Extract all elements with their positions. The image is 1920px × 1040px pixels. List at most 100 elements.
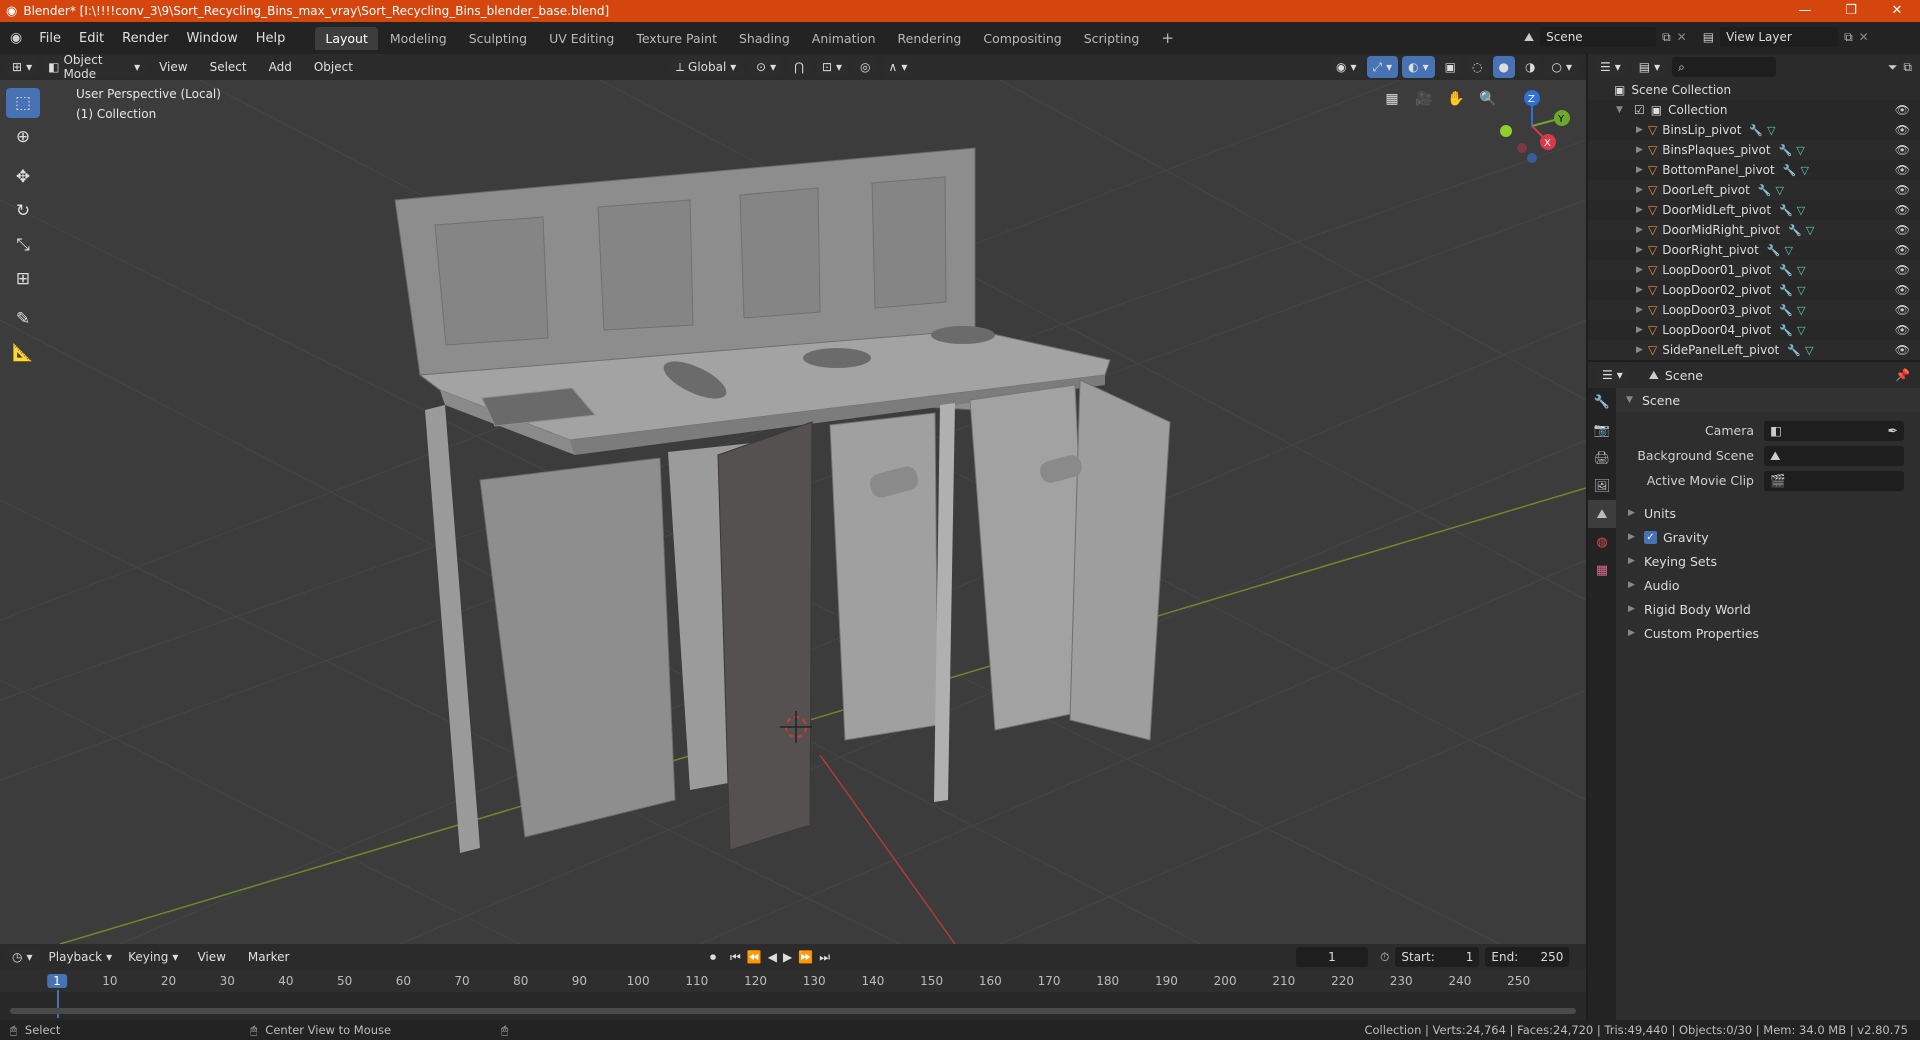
expand-arrow-icon[interactable]: ▶ [1636, 245, 1648, 255]
mesh-data-icon[interactable]: ▽ [1767, 124, 1775, 137]
jump-start-button[interactable]: ⏮ [730, 950, 741, 965]
rigid-body-world-panel[interactable]: ▶ Rigid Body World [1616, 597, 1920, 621]
scene-icon[interactable]: ⛰ [1524, 30, 1534, 45]
mesh-data-icon[interactable]: ▽ [1806, 224, 1814, 237]
visibility-button[interactable]: ◉ ▾ [1330, 56, 1363, 78]
snap-toggle[interactable]: ⋂ [788, 56, 810, 78]
playback-dropdown[interactable]: Playback ▾ [43, 946, 119, 968]
expand-arrow-icon[interactable]: ▶ [1636, 185, 1648, 195]
modifier-wrench-icon[interactable]: 🔧 [1779, 204, 1793, 217]
menu-add[interactable]: Add [260, 60, 301, 74]
close-button[interactable]: ✕ [1874, 0, 1920, 22]
outliner-search-input[interactable]: ⌕ [1672, 57, 1777, 77]
visibility-eye-icon[interactable]: 👁 [1895, 123, 1910, 137]
mesh-data-icon[interactable]: ▽ [1775, 184, 1783, 197]
scale-tool[interactable]: ⤡ [6, 230, 40, 260]
next-keyframe-button[interactable]: ⏩ [798, 950, 813, 964]
wireframe-shading-button[interactable]: ◌ [1466, 56, 1489, 78]
visibility-eye-icon[interactable]: 👁 [1895, 283, 1910, 297]
tab-uv-editing[interactable]: UV Editing [539, 27, 624, 50]
pan-view-button[interactable]: ✋ [1442, 86, 1470, 112]
toggle-ortho-button[interactable]: ▦ [1378, 86, 1406, 112]
modifier-wrench-icon[interactable]: 🔧 [1749, 124, 1763, 137]
modifier-wrench-icon[interactable]: 🔧 [1783, 164, 1797, 177]
stopwatch-icon[interactable]: ⏱ [1380, 950, 1389, 965]
visibility-eye-icon[interactable]: 👁 [1895, 243, 1910, 257]
visibility-eye-icon[interactable]: 👁 [1895, 263, 1910, 277]
xray-toggle[interactable]: ▣ [1438, 56, 1463, 78]
rendered-shading-button[interactable]: ○ ▾ [1545, 56, 1578, 78]
end-frame-field[interactable]: End: 250 [1485, 947, 1570, 967]
timeline-view-menu[interactable]: View [188, 950, 234, 964]
proportional-edit-toggle[interactable]: ◎ [854, 56, 877, 78]
tab-output[interactable]: 🖨 [1588, 444, 1616, 472]
visibility-eye-icon[interactable]: 👁 [1895, 163, 1910, 177]
outliner-object-row[interactable]: ▶ ▽ LoopDoor01_pivot 🔧 ▽ 👁 [1588, 260, 1920, 280]
visibility-eye-icon[interactable]: 👁 [1895, 323, 1910, 337]
mesh-data-icon[interactable]: ▽ [1796, 144, 1804, 157]
minimize-button[interactable]: — [1782, 0, 1828, 22]
units-panel[interactable]: ▶ Units [1616, 501, 1920, 525]
timeline[interactable]: 1 10 20 30 40 50 60 70 80 90 100 110 120 130 140 150 160… [0, 970, 1586, 1020]
select-box-tool[interactable]: ⬚ [6, 88, 40, 118]
mesh-data-icon[interactable]: ▽ [1797, 324, 1805, 337]
menu-edit[interactable]: Edit [70, 31, 113, 46]
start-frame-field[interactable]: Start: 1 [1395, 947, 1480, 967]
modifier-wrench-icon[interactable]: 🔧 [1758, 184, 1772, 197]
remove-view-layer-icon[interactable]: ✕ [1859, 30, 1869, 44]
outliner-object-row[interactable]: ▶ ▽ SidePanelLeft_pivot 🔧 ▽ 👁 [1588, 340, 1920, 360]
expand-arrow-icon[interactable]: ▶ [1636, 225, 1648, 235]
current-frame-field[interactable]: 1 [1296, 947, 1368, 967]
recycling-bin-model[interactable] [394, 147, 1171, 853]
expand-arrow-icon[interactable]: ▶ [1636, 145, 1648, 155]
outliner-object-row[interactable]: ▶ ▽ DoorMidLeft_pivot 🔧 ▽ 👁 [1588, 200, 1920, 220]
mesh-data-icon[interactable]: ▽ [1785, 244, 1793, 257]
view-layer-selector[interactable]: View Layer [1720, 27, 1839, 47]
timeline-scrollbar[interactable] [10, 1008, 1576, 1014]
visibility-eye-icon[interactable]: 👁 [1895, 203, 1910, 217]
keying-sets-panel[interactable]: ▶ Keying Sets [1616, 549, 1920, 573]
tab-layout[interactable]: Layout [315, 26, 378, 50]
movie-clip-field[interactable]: 🎬 [1764, 470, 1904, 491]
outliner-object-row[interactable]: ▶ ▽ BottomPanel_pivot 🔧 ▽ 👁 [1588, 160, 1920, 180]
falloff-button[interactable]: ∧ ▾ [882, 56, 914, 78]
scene-collection-row[interactable]: ▣ Scene Collection [1588, 80, 1920, 100]
outliner-object-row[interactable]: ▶ ▽ DoorMidRight_pivot 🔧 ▽ 👁 [1588, 220, 1920, 240]
mesh-data-icon[interactable]: ▽ [1797, 264, 1805, 277]
play-reverse-button[interactable]: ◀ [768, 950, 777, 964]
expand-arrow-icon[interactable]: ▶ [1636, 165, 1648, 175]
cursor-tool[interactable]: ⊕ [6, 122, 40, 152]
object-mode-dropdown[interactable]: ◧ Object Mode ▾ [42, 53, 147, 81]
menu-object[interactable]: Object [305, 60, 362, 74]
rotate-tool[interactable]: ↻ [6, 196, 40, 226]
prev-keyframe-button[interactable]: ⏪ [747, 950, 762, 964]
measure-tool[interactable]: 📐 [6, 338, 40, 368]
mesh-data-icon[interactable]: ▽ [1797, 304, 1805, 317]
pivot-point-button[interactable]: ⊙ ▾ [750, 56, 783, 78]
tab-scene[interactable]: ⛰ [1588, 500, 1616, 528]
modifier-wrench-icon[interactable]: 🔧 [1788, 224, 1802, 237]
menu-help[interactable]: Help [247, 31, 295, 46]
expand-arrow-icon[interactable]: ▶ [1636, 205, 1648, 215]
scene-selector[interactable]: Scene [1540, 27, 1657, 47]
tab-texture[interactable]: ▦ [1588, 556, 1616, 584]
collection-row[interactable]: ▼ ☑ ▣ Collection 👁 [1588, 100, 1920, 120]
move-tool[interactable]: ✥ [6, 162, 40, 192]
new-scene-icon[interactable]: ⧉ [1662, 30, 1671, 45]
gravity-checkbox[interactable]: ✓ [1644, 530, 1657, 544]
camera-view-button[interactable]: 🎥 [1410, 86, 1438, 112]
snap-target-button[interactable]: ⊡ ▾ [815, 56, 849, 78]
tab-animation[interactable]: Animation [802, 27, 886, 50]
background-scene-field[interactable]: ⛰ [1764, 445, 1904, 466]
expand-arrow-icon[interactable]: ▶ [1636, 265, 1648, 275]
editor-type-button[interactable]: ⊞ ▾ [6, 56, 39, 78]
menu-select[interactable]: Select [201, 60, 256, 74]
menu-window[interactable]: Window [177, 31, 246, 46]
timeline-marker-menu[interactable]: Marker [239, 950, 298, 964]
expand-arrow-icon[interactable]: ▶ [1636, 305, 1648, 315]
view-layer-icon[interactable]: ▤ [1703, 30, 1714, 44]
modifier-wrench-icon[interactable]: 🔧 [1787, 344, 1801, 357]
modifier-wrench-icon[interactable]: 🔧 [1779, 324, 1793, 337]
eyedropper-icon[interactable]: ✒ [1888, 423, 1898, 438]
tab-render[interactable]: 📷 [1588, 416, 1616, 444]
